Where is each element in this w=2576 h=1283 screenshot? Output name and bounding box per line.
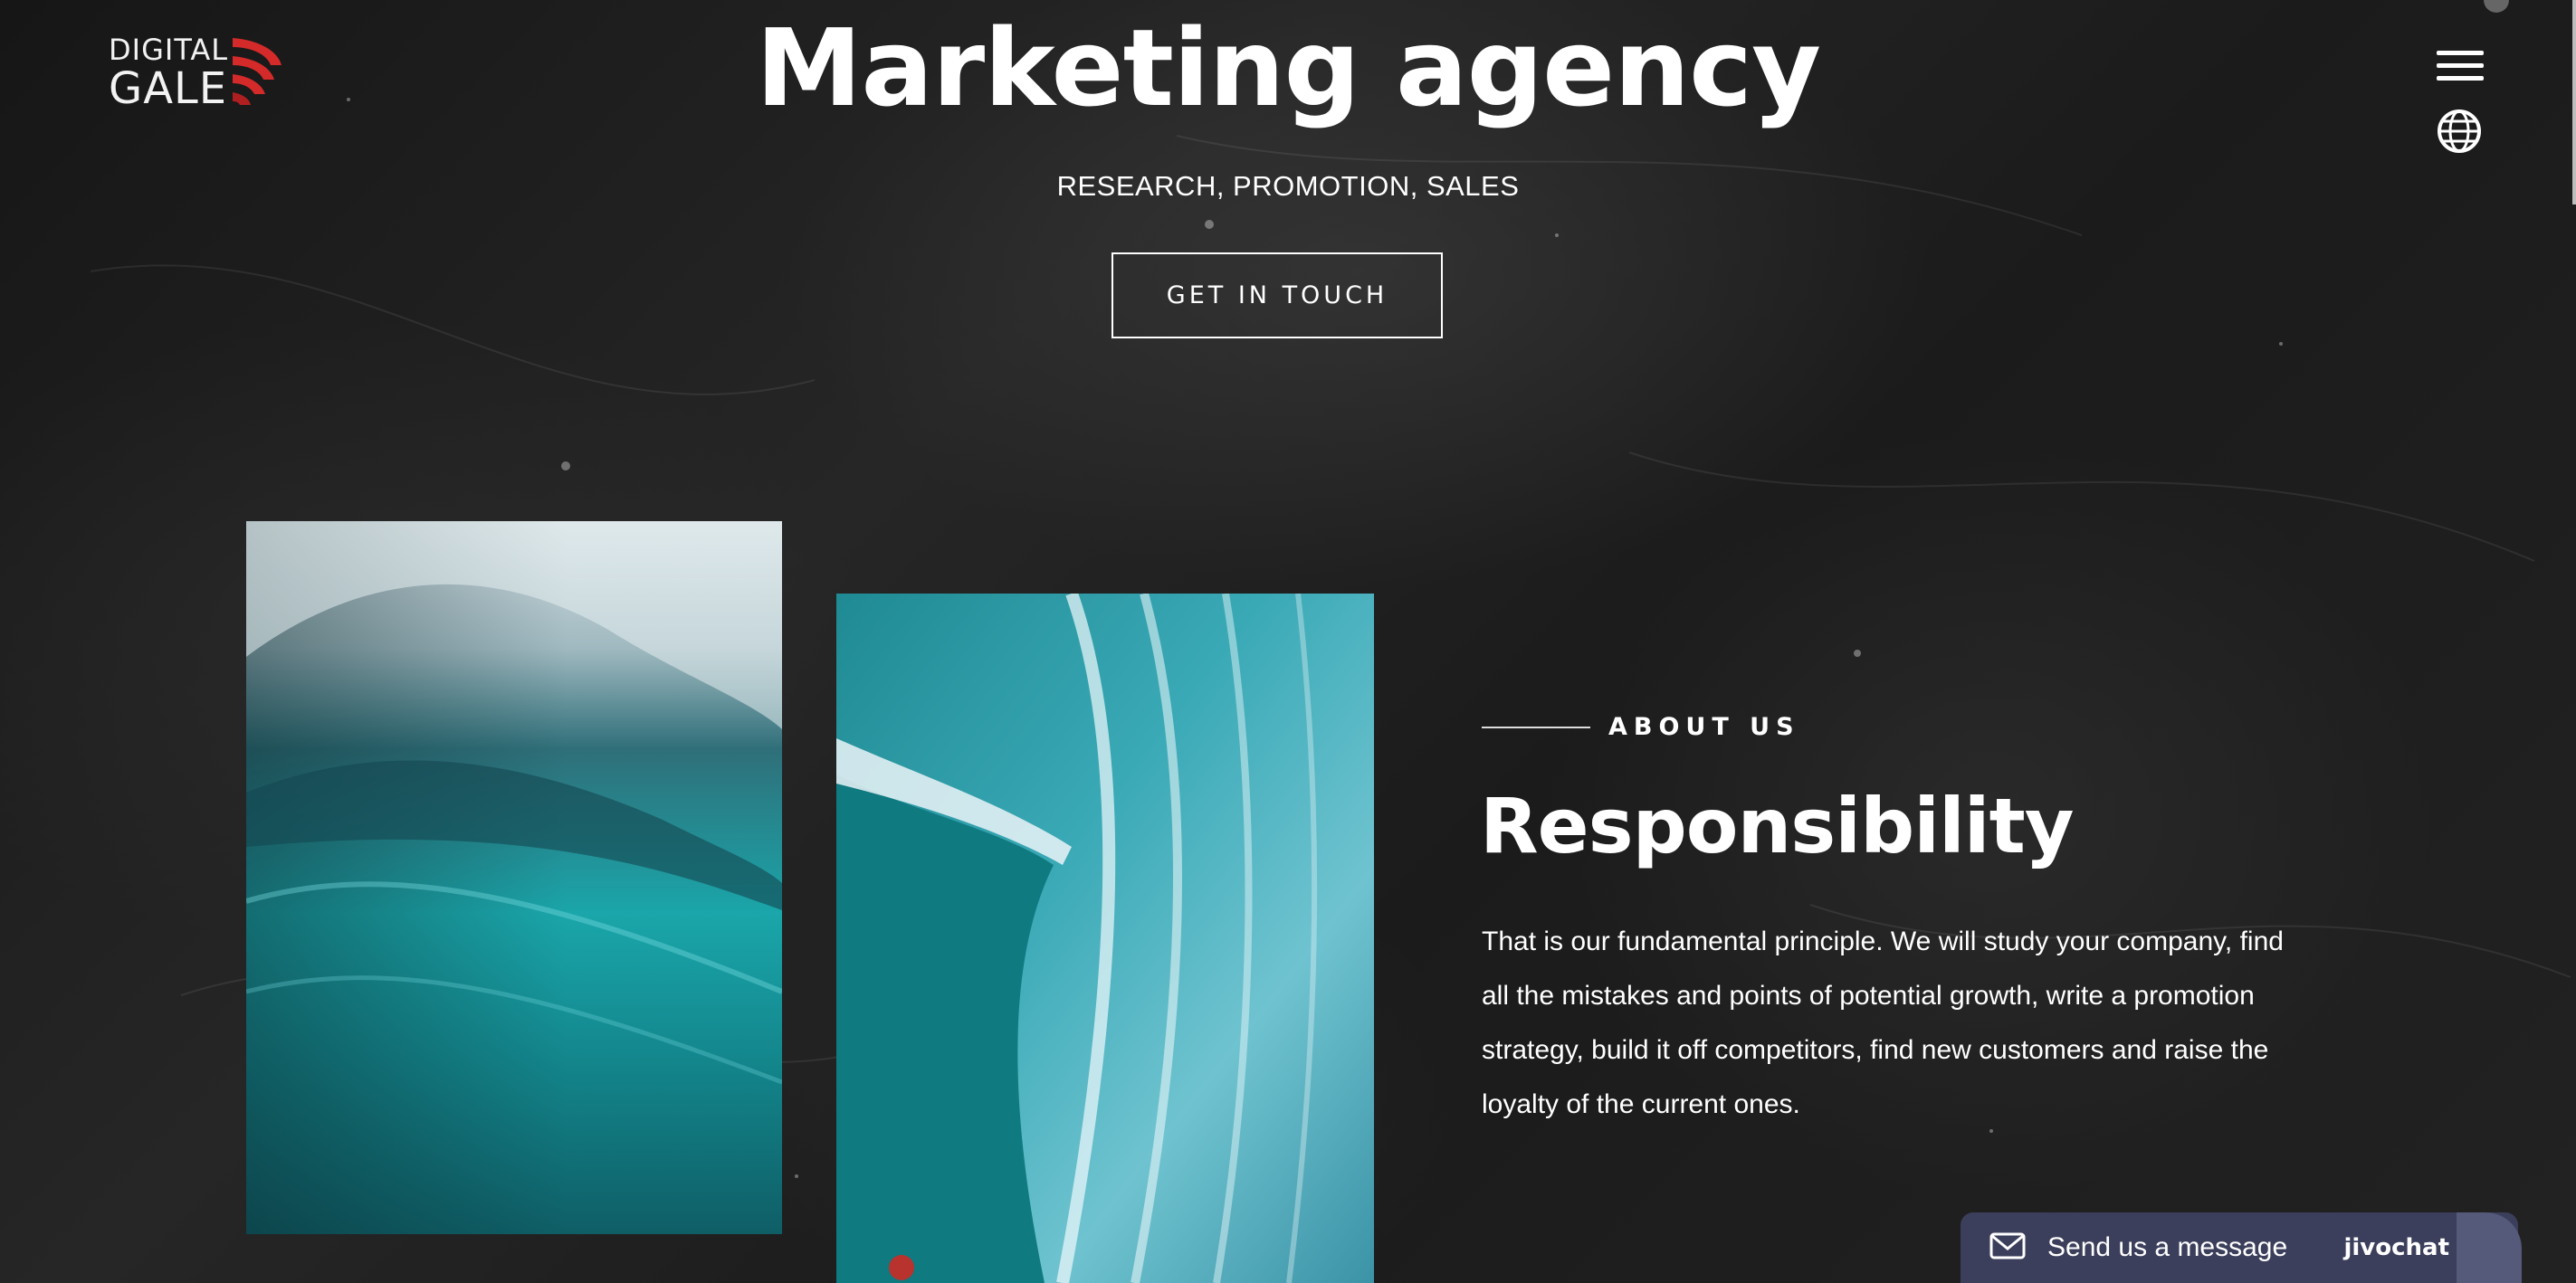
hero-title: Marketing agency: [756, 5, 1821, 130]
hero-subtitle: RESEARCH, PROMOTION, SALES: [1056, 170, 1520, 202]
chat-widget-button[interactable]: Send us a message jivochat: [1961, 1212, 2522, 1283]
wave-photo-right: [836, 594, 1374, 1283]
chat-bubble-icon: [2457, 1212, 2522, 1283]
about-body-text: That is our fundamental principle. We wi…: [1482, 927, 2284, 1119]
chat-widget-label: Send us a message: [2047, 1232, 2288, 1262]
label-divider: [1482, 726, 1590, 728]
about-section-label: ABOUT US: [1482, 713, 1800, 741]
chat-brand-logo: jivochat: [2343, 1234, 2449, 1261]
about-heading: Responsibility: [1480, 782, 2074, 870]
get-in-touch-button[interactable]: GET IN TOUCH: [1111, 252, 1443, 338]
envelope-icon: [1989, 1232, 2026, 1264]
about-label-text: ABOUT US: [1608, 713, 1800, 741]
wave-photo-left: [246, 521, 782, 1234]
